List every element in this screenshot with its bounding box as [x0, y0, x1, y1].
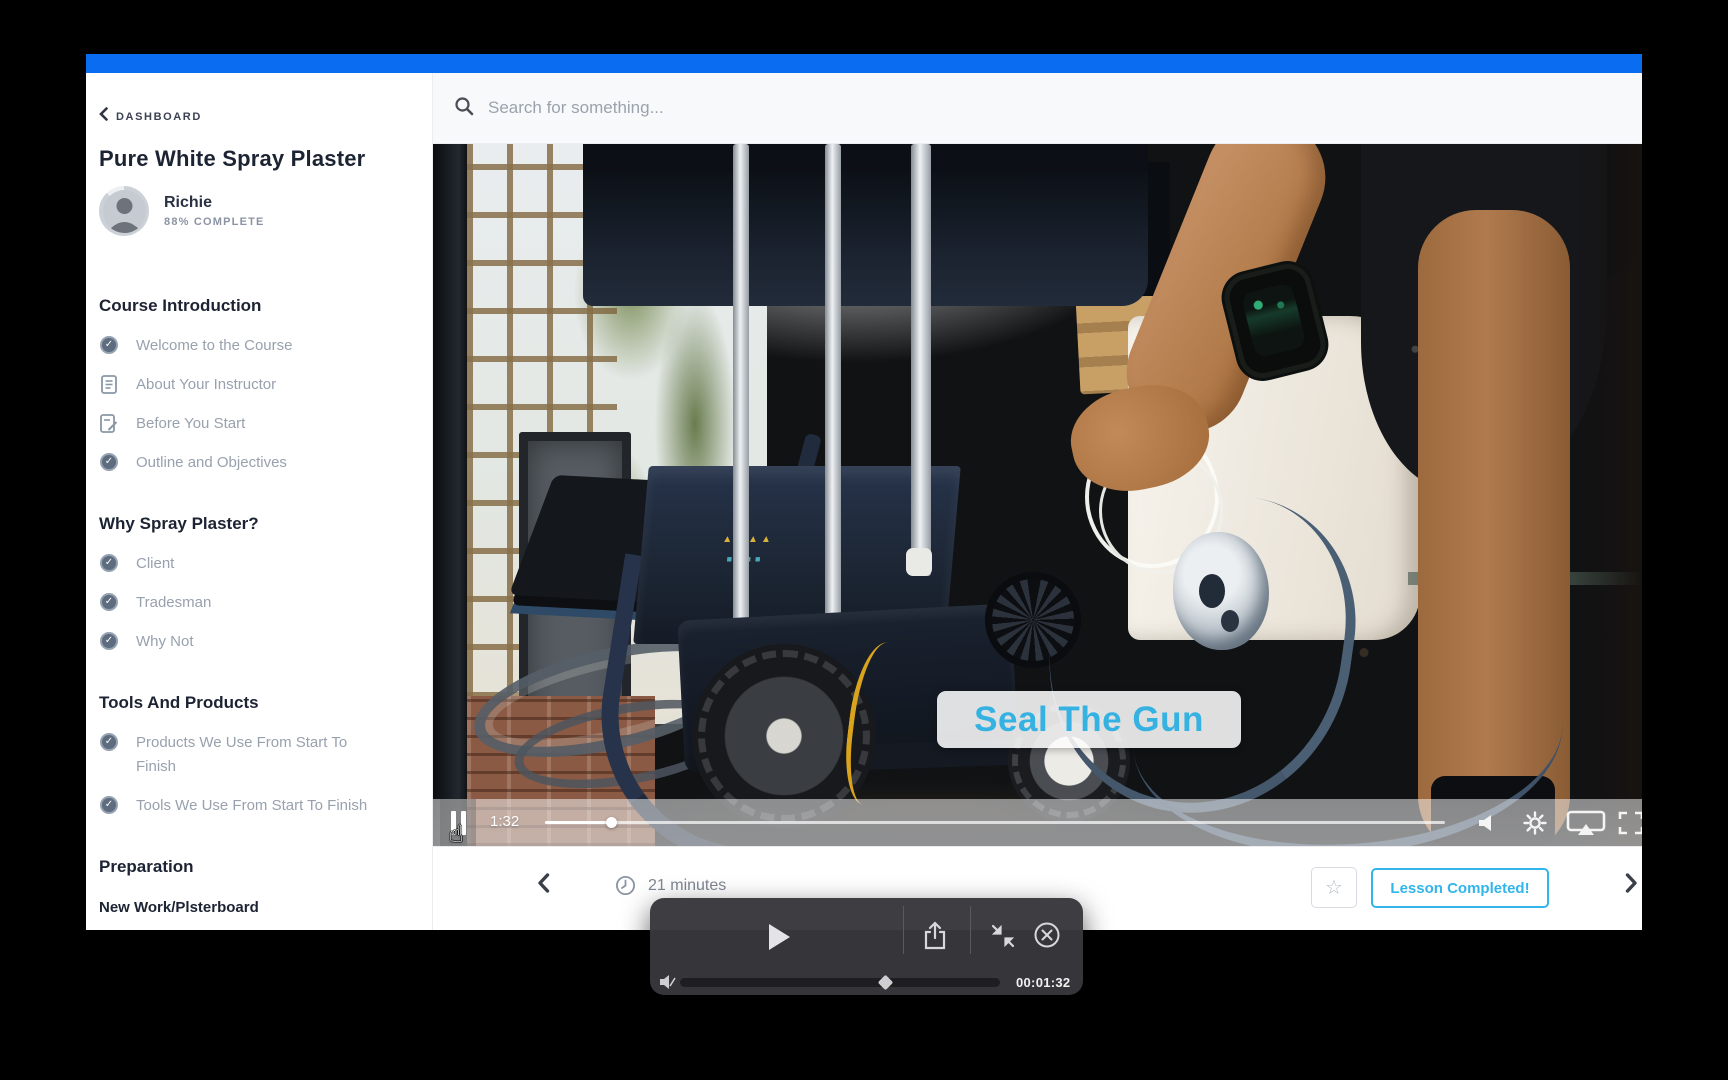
sidebar-lesson-item[interactable]: ✓ Outline and Objectives [99, 451, 404, 475]
check-circle-icon: ✓ [99, 335, 119, 355]
fullscreen-button[interactable] [1617, 809, 1642, 837]
next-lesson-button[interactable] [1625, 873, 1638, 898]
app-window: DASHBOARD Pure White Spray Plaster Richi… [86, 54, 1642, 930]
lesson-label: Client [136, 555, 175, 572]
video-caption: Seal The Gun [937, 691, 1241, 748]
lesson-label: Outline and Objectives [136, 454, 287, 471]
sidebar-section: Why Spray Plaster? ✓ Client ✓ Tradesman ✓ Why … [99, 514, 404, 654]
cast-button[interactable] [1565, 809, 1607, 837]
play-icon [769, 924, 790, 950]
clock-icon [615, 875, 636, 896]
lesson-duration: 21 minutes [615, 875, 726, 896]
close-icon [1034, 922, 1060, 948]
instructor-name: Richie [164, 194, 213, 211]
sidebar-section-title: Why Spray Plaster? [99, 514, 259, 533]
sidebar-section-title: Course Introduction [99, 296, 262, 315]
sidebar-section-title: Tools And Products [99, 693, 259, 712]
check-circle-icon: ✓ [99, 795, 119, 815]
lesson-label: Products We Use From Start To Finish [136, 734, 348, 775]
sidebar-lesson-item[interactable]: ✓ Client [99, 552, 404, 576]
minimize-icon [991, 924, 1015, 948]
sidebar-lesson-item[interactable]: Before You Start [99, 412, 404, 436]
previous-lesson-button[interactable] [537, 873, 550, 898]
video-player[interactable]: ▲▲▲▲ ■■■■ [433, 144, 1642, 846]
video-control-bar: 1:32 [433, 799, 1642, 846]
favorite-button[interactable]: ☆ [1311, 867, 1357, 908]
pip-share-button[interactable] [922, 921, 948, 956]
sidebar-lesson-item[interactable]: ✓ Welcome to the Course [99, 334, 404, 358]
chevron-left-icon [538, 873, 550, 893]
pip-progress-bar[interactable] [680, 974, 1000, 991]
progress-ring [99, 186, 149, 236]
mute-icon [660, 975, 676, 989]
lesson-label: Tools We Use From Start To Finish [136, 797, 368, 814]
video-progress-thumb[interactable] [605, 817, 617, 828]
curriculum-nav: Course Introduction ✓ Welcome to the Cours… [99, 296, 404, 877]
pip-mute-button[interactable] [659, 974, 676, 995]
document-edit-icon [99, 413, 119, 433]
lesson-label: Welcome to the Course [136, 337, 293, 354]
lesson-label: Tradesman [136, 594, 212, 611]
instructor-block: Richie 88% COMPLETE [99, 186, 404, 236]
pip-time: 00:01:32 [1016, 975, 1071, 990]
airplay-icon [1566, 810, 1606, 835]
settings-button[interactable] [1521, 809, 1549, 837]
lesson-label: About Your Instructor [136, 376, 277, 393]
document-icon [99, 374, 119, 394]
course-sidebar: DASHBOARD Pure White Spray Plaster Richi… [86, 73, 433, 930]
check-circle-icon: ✓ [99, 592, 119, 612]
avatar [102, 189, 146, 233]
video-current-time: 1:32 [490, 813, 520, 830]
sidebar-lesson-item[interactable]: ✓ Tradesman [99, 591, 404, 615]
dashboard-back-link[interactable]: DASHBOARD [99, 107, 404, 126]
sidebar-section: Preparation [99, 857, 404, 877]
fullscreen-icon [1618, 811, 1642, 835]
sidebar-lesson-item[interactable]: ✓ Why Not [99, 630, 404, 654]
sidebar-lesson-item[interactable]: ✓ Tools We Use From Start To Finish [99, 794, 404, 818]
pip-overlay-controls: 00:01:32 [650, 898, 1083, 995]
chevron-left-icon [99, 107, 108, 126]
check-circle-icon: ✓ [99, 732, 119, 752]
star-icon: ☆ [1325, 876, 1343, 899]
search-input[interactable] [488, 98, 1388, 118]
divider [970, 906, 971, 954]
lesson-label: Before You Start [136, 415, 246, 432]
desktop-background: DASHBOARD Pure White Spray Plaster Richi… [0, 0, 1728, 1080]
video-progress-fill [545, 821, 611, 824]
check-circle-icon: ✓ [99, 631, 119, 651]
lesson-completed-button[interactable]: Lesson Completed! [1371, 868, 1549, 908]
pip-play-button[interactable] [762, 920, 796, 954]
volume-button[interactable] [1471, 809, 1499, 837]
back-link-label: DASHBOARD [116, 110, 202, 123]
video-progress-bar[interactable] [545, 817, 1445, 828]
search-bar [433, 73, 1642, 144]
chevron-right-icon [1625, 873, 1637, 893]
duration-label: 21 minutes [648, 876, 727, 894]
sidebar-lesson-item[interactable]: ✓ Products We Use From Start To Finish [99, 731, 404, 779]
sidebar-section: Tools And Products ✓ Products We Use From … [99, 693, 404, 818]
pip-minimize-button[interactable] [990, 923, 1016, 954]
sidebar-section: Course Introduction ✓ Welcome to the Cours… [99, 296, 404, 475]
course-progress-label: 88% COMPLETE [164, 216, 265, 228]
sidebar-subheading: New Work/Plsterboard [99, 899, 259, 916]
lesson-label: Why Not [136, 633, 194, 650]
main-content: ▲▲▲▲ ■■■■ [433, 73, 1642, 930]
sidebar-lesson-item[interactable]: About Your Instructor [99, 373, 404, 397]
share-icon [924, 921, 946, 950]
pip-progress-thumb[interactable] [877, 974, 894, 991]
settings-icon [1523, 811, 1547, 835]
pip-close-button[interactable] [1033, 921, 1061, 954]
divider [903, 906, 904, 954]
sidebar-section-title: Preparation [99, 857, 194, 876]
course-title: Pure White Spray Plaster [99, 146, 366, 171]
hand-cursor: ☝ [449, 821, 464, 846]
check-circle-icon: ✓ [99, 452, 119, 472]
check-circle-icon: ✓ [99, 553, 119, 573]
volume-icon [1479, 815, 1491, 831]
top-nav-bar [86, 54, 1642, 73]
search-icon [454, 96, 474, 121]
